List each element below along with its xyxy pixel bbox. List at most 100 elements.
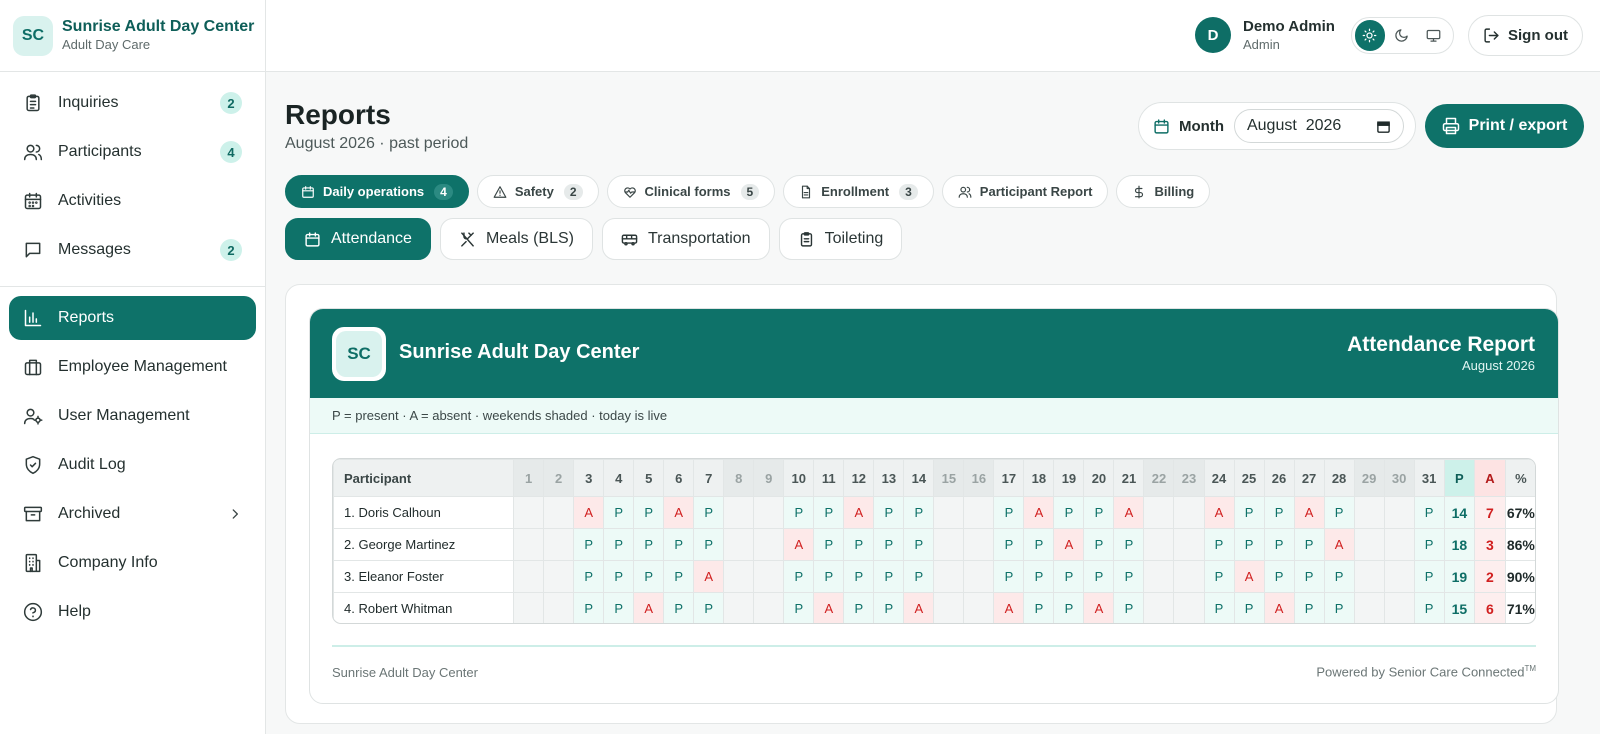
tab-count: 3 (899, 183, 918, 200)
sun-icon (1362, 28, 1377, 43)
header-day-28: 28 (1323, 459, 1355, 497)
user-cog-icon (23, 406, 43, 426)
top-bar: D Demo Admin Admin Sign out (266, 0, 1600, 72)
attendance-cell: P (783, 560, 815, 593)
header-day-3: 3 (573, 459, 605, 497)
attendance-cell: P (693, 528, 725, 561)
user-menu[interactable]: D Demo Admin Admin (1195, 17, 1335, 54)
message-icon (23, 240, 43, 260)
summary-absent: 3 (1474, 528, 1506, 561)
heart-pulse-icon (623, 185, 645, 199)
attendance-cell (723, 528, 755, 561)
attendance-cell: P (1323, 560, 1355, 593)
subtab-meals[interactable]: Meals (BLS) (439, 218, 593, 260)
brand-header: SC Sunrise Adult Day Center Adult Day Ca… (0, 0, 265, 72)
sidebar-item-label: Participants (58, 143, 142, 160)
attendance-cell: P (843, 592, 875, 623)
attendance-cell: P (1023, 592, 1055, 623)
sidebar-item-inquiries[interactable]: Inquiries 2 (9, 81, 256, 125)
subtab-transportation[interactable]: Transportation (601, 218, 770, 260)
sidebar-item-audit-log[interactable]: Audit Log (9, 443, 256, 487)
calendar-picker-icon[interactable] (1376, 119, 1391, 134)
month-input[interactable]: August 2026 (1233, 109, 1404, 143)
attendance-cell (723, 592, 755, 623)
attendance-cell: P (633, 560, 665, 593)
footer-powered-text: Powered by Senior Care Connected (1316, 664, 1525, 680)
header-day-4: 4 (603, 459, 635, 497)
header-day-26: 26 (1263, 459, 1295, 497)
sidebar-item-help[interactable]: Help (9, 590, 256, 634)
sidebar-item-label: Help (58, 603, 91, 620)
calendar-icon (304, 231, 331, 248)
sign-out-button[interactable]: Sign out (1468, 15, 1583, 56)
attendance-cell (963, 496, 995, 529)
light-theme-button[interactable] (1355, 20, 1385, 51)
report-org-name: Sunrise Adult Day Center (399, 341, 640, 363)
header-day-15: 15 (933, 459, 965, 497)
tab-safety[interactable]: Safety 2 (476, 175, 599, 208)
attendance-cell (1143, 528, 1175, 561)
briefcase-icon (23, 357, 43, 377)
header-day-9: 9 (753, 459, 785, 497)
participant-name[interactable]: 2. George Martinez (333, 528, 515, 561)
attendance-cell: P (1083, 528, 1115, 561)
header-summary-absent: A (1474, 459, 1506, 497)
attendance-cell (1353, 528, 1385, 561)
attendance-cell: P (573, 592, 605, 623)
chevron-right-icon[interactable] (228, 507, 242, 521)
theme-switcher (1351, 17, 1454, 54)
sidebar-item-user-management[interactable]: User Management (9, 394, 256, 438)
attendance-cell: A (1233, 560, 1265, 593)
sidebar-item-company-info[interactable]: Company Info (9, 541, 256, 585)
attendance-cell: P (993, 560, 1025, 593)
participant-name[interactable]: 3. Eleanor Foster (333, 560, 515, 593)
tab-billing[interactable]: Billing (1116, 175, 1211, 208)
attendance-cell: P (573, 560, 605, 593)
header-day-12: 12 (843, 459, 875, 497)
attendance-cell (1383, 496, 1415, 529)
attendance-cell: P (813, 496, 845, 529)
attendance-cell (513, 560, 545, 593)
participant-name[interactable]: 1. Doris Calhoun (333, 496, 515, 529)
participant-name[interactable]: 4. Robert Whitman (333, 592, 515, 623)
attendance-cell: P (873, 528, 905, 561)
tab-participant-report[interactable]: Participant Report (941, 175, 1109, 208)
subtab-toileting[interactable]: Toileting (778, 218, 903, 260)
attendance-cell (1173, 592, 1205, 623)
tab-label: Enrollment (821, 184, 890, 199)
attendance-cell (1383, 592, 1415, 623)
attendance-cell: P (663, 560, 695, 593)
table-row: 2. George Martinez P P P P P A P P P P P P A P P P P P P A P 1… (333, 528, 1535, 561)
sidebar-item-participants[interactable]: Participants 4 (9, 130, 256, 174)
sidebar-item-label: Activities (58, 192, 122, 209)
attendance-cell (1383, 560, 1415, 593)
calendar-icon (1153, 118, 1170, 135)
month-label: Month (1179, 117, 1224, 135)
system-theme-button[interactable] (1418, 20, 1448, 51)
tab-clinical-forms[interactable]: Clinical forms 5 (606, 175, 776, 208)
page-subtitle: August 2026 · past period (285, 135, 469, 152)
attendance-cell (1353, 560, 1385, 593)
sidebar-item-archived[interactable]: Archived (9, 492, 256, 536)
header-day-13: 13 (873, 459, 905, 497)
report-period: August 2026 (1461, 358, 1535, 373)
header-day-25: 25 (1233, 459, 1265, 497)
sidebar-item-activities[interactable]: Activities (9, 179, 256, 223)
report-legend: P = present · A = absent · weekends shad… (310, 398, 1558, 434)
subtab-attendance[interactable]: Attendance (285, 218, 431, 260)
sidebar-item-label: Audit Log (58, 456, 126, 473)
header-day-18: 18 (1023, 459, 1055, 497)
summary-present: 19 (1443, 560, 1476, 593)
dark-theme-button[interactable] (1387, 20, 1417, 51)
print-export-button[interactable]: Print / export (1425, 104, 1584, 148)
sidebar-item-reports[interactable]: Reports (9, 296, 256, 340)
bar-chart-icon (23, 308, 43, 328)
tab-count: 4 (434, 183, 453, 200)
tab-label: Billing (1154, 184, 1195, 199)
summary-present: 15 (1443, 592, 1476, 623)
tab-daily-operations[interactable]: Daily operations 4 (285, 175, 469, 208)
sidebar-item-messages[interactable]: Messages 2 (9, 228, 256, 272)
sidebar-item-employee-management[interactable]: Employee Management (9, 345, 256, 389)
tab-enrollment[interactable]: Enrollment 3 (783, 175, 934, 208)
attendance-cell: P (873, 592, 905, 623)
